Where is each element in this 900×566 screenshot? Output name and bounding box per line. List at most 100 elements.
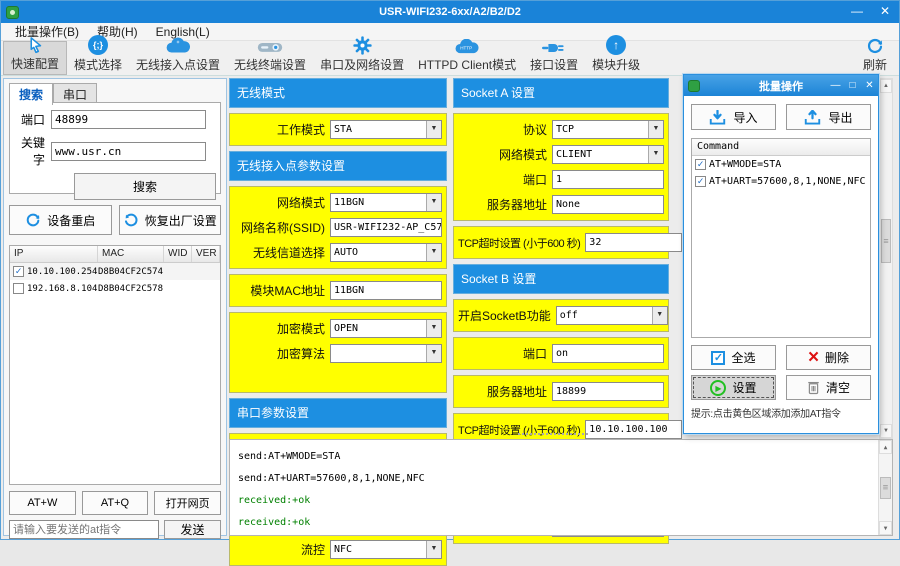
ap-params-box[interactable]: 网络模式 11BGN▼ 网络名称(SSID) USR-WIFI232-AP_C5… (229, 186, 447, 269)
ap-settings-button[interactable]: 无线接入点设置 (129, 41, 227, 75)
export-button[interactable]: 导出 (786, 104, 871, 130)
window-title: USR-WIFI232-6xx/A2/B2/D2 (1, 6, 899, 18)
serial-network-button[interactable]: 串口及网络设置 (313, 41, 411, 75)
socket-b-enable-select[interactable]: off▼ (556, 306, 668, 325)
scroll-up-icon[interactable]: ▲ (879, 440, 892, 454)
workmode-box[interactable]: 工作模式 STA▼ (229, 113, 447, 146)
socket-port-input[interactable]: 1 (552, 170, 664, 189)
chevron-down-icon[interactable]: ▼ (426, 194, 441, 211)
open-webpage-button[interactable]: 打开网页 (154, 491, 221, 515)
delete-button[interactable]: × 删除 (786, 345, 871, 370)
menu-batch-operation[interactable]: 批量操作(B) (7, 22, 87, 41)
batch-minimize-icon[interactable]: — (827, 76, 844, 96)
set-button[interactable]: ▶ 设置 (691, 375, 776, 400)
table-row[interactable]: 192.168.8.104 D8B04CF2C578 (10, 280, 220, 297)
tab-search[interactable]: 搜索 (9, 83, 53, 105)
row-checkbox[interactable] (13, 283, 24, 294)
col-wid: WID (164, 246, 192, 262)
menu-bar: 批量操作(B) 帮助(H) English(L) (1, 23, 899, 41)
left-panel: 搜索 串口 端口 关键字 搜索 设备重启 (3, 78, 227, 536)
tcp-timeout-a-input[interactable]: 32 (585, 233, 682, 252)
search-button[interactable]: 搜索 (74, 173, 216, 200)
socket-netmode-select[interactable]: CLIENT▼ (552, 145, 664, 164)
chevron-down-icon[interactable]: ▼ (426, 541, 441, 558)
log-output[interactable]: send:AT+WMODE=STA send:AT+UART=57600,8,1… (229, 439, 893, 536)
hint-text: 提示:点击黄色区域添加添加AT指令 (691, 405, 871, 420)
send-button[interactable]: 发送 (164, 520, 221, 539)
at-command-input[interactable] (9, 520, 159, 539)
chevron-down-icon[interactable]: ▼ (426, 320, 441, 337)
quick-config-button[interactable]: 快速配置 (3, 41, 67, 75)
chevron-down-icon[interactable]: ▼ (652, 307, 667, 324)
socket-a-box[interactable]: 协议 TCP▼ 网络模式 CLIENT▼ 端口 1 服务器地址 None (453, 113, 669, 221)
refresh-button[interactable]: 刷新 (856, 41, 897, 75)
select-all-button[interactable]: ✓ 全选 (691, 345, 776, 370)
chevron-down-icon[interactable]: ▼ (648, 121, 663, 138)
command-item[interactable]: ✓ AT+WMODE=STA (692, 156, 870, 173)
gear-icon (353, 36, 372, 55)
atw-button[interactable]: AT+W (9, 491, 76, 515)
command-checkbox[interactable]: ✓ (695, 176, 706, 187)
col-ver: VER (192, 246, 220, 262)
scroll-up-icon[interactable]: ▲ (880, 79, 892, 93)
atq-button[interactable]: AT+Q (82, 491, 149, 515)
protocol-select[interactable]: TCP▼ (552, 120, 664, 139)
row-checkbox[interactable]: ✓ (13, 266, 24, 277)
chevron-down-icon[interactable]: ▼ (426, 244, 441, 261)
mode-select-button[interactable]: {;} 模式选择 (67, 41, 129, 75)
encryption-box[interactable]: 加密模式 OPEN▼ 加密算法 ▼ (229, 312, 447, 393)
toolbar-label: 无线终端设置 (234, 56, 306, 73)
device-reboot-button[interactable]: 设备重启 (9, 205, 112, 235)
command-checkbox[interactable]: ✓ (695, 159, 706, 170)
sta-settings-button[interactable]: 无线终端设置 (227, 41, 313, 75)
ssid-input[interactable]: USR-WIFI232-AP_C574 (330, 218, 442, 237)
command-list[interactable]: Command ✓ AT+WMODE=STA ✓ AT+UART=57600,8… (691, 138, 871, 338)
encryption-mode-select[interactable]: OPEN▼ (330, 319, 442, 338)
workmode-select[interactable]: STA▼ (330, 120, 442, 139)
channel-select[interactable]: AUTO▼ (330, 243, 442, 262)
toolbar: 快速配置 {;} 模式选择 无线接入点设置 无线终端设置 串口及网络设置 (1, 41, 899, 75)
batch-close-icon[interactable]: ✕ (861, 76, 878, 96)
command-item[interactable]: ✓ AT+UART=57600,8,1,NONE,NFC (692, 173, 870, 190)
chevron-down-icon[interactable]: ▼ (426, 121, 441, 138)
scrollbar-thumb[interactable] (881, 219, 891, 263)
log-scrollbar[interactable]: ▲ ▼ (878, 440, 892, 535)
clear-button[interactable]: 清空 (786, 375, 871, 400)
import-button[interactable]: 导入 (691, 104, 776, 130)
mac-box[interactable]: 模块MAC地址 11BGN (229, 274, 447, 307)
section-header-socket-a: Socket A 设置 (453, 78, 669, 108)
minimize-icon[interactable]: — (843, 1, 871, 23)
close-icon[interactable]: ✕ (871, 1, 899, 23)
main-scrollbar[interactable]: ▲ ▼ (879, 78, 893, 439)
log-line: received:+ok (238, 512, 884, 534)
scroll-down-icon[interactable]: ▼ (879, 521, 892, 535)
encryption-alg-select[interactable]: ▼ (330, 344, 442, 363)
port-input[interactable] (51, 110, 206, 129)
flow-control-select[interactable]: NFC▼ (330, 540, 442, 559)
httpd-client-button[interactable]: HTTP HTTPD Client模式 (411, 41, 523, 75)
module-upgrade-button[interactable]: ↑ 模块升级 (585, 41, 647, 75)
export-icon (804, 110, 821, 125)
chevron-down-icon[interactable]: ▼ (648, 146, 663, 163)
socket-b-enable-box[interactable]: 开启SocketB功能 off▼ (453, 299, 669, 332)
scrollbar-thumb[interactable] (880, 477, 891, 499)
tcp-timeout-a-box[interactable]: TCP超时设置 (小于600 秒) 32 (453, 226, 669, 259)
batch-maximize-icon[interactable]: □ (844, 76, 861, 96)
netmode-select[interactable]: 11BGN▼ (330, 193, 442, 212)
keyword-input[interactable] (51, 142, 206, 161)
chevron-down-icon[interactable]: ▼ (426, 345, 441, 362)
socket-b-port-box[interactable]: 端口 on (453, 337, 669, 370)
mac-input[interactable]: 11BGN (330, 281, 442, 300)
socket-b-server-box[interactable]: 服务器地址 18899 (453, 375, 669, 408)
table-row[interactable]: ✓ 10.10.100.254 D8B04CF2C574 (10, 263, 220, 280)
server-address-input[interactable]: None (552, 195, 664, 214)
play-icon: ▶ (710, 380, 726, 396)
interface-settings-button[interactable]: 接口设置 (523, 41, 585, 75)
socket-b-port-input[interactable]: on (552, 344, 664, 363)
search-tab-page: 端口 关键字 搜索 (9, 102, 221, 194)
socket-b-server-input[interactable]: 18899 (552, 382, 664, 401)
scroll-down-icon[interactable]: ▼ (880, 424, 892, 438)
toolbar-label: 模块升级 (592, 56, 640, 73)
col-ip: IP (10, 246, 98, 262)
factory-reset-button[interactable]: 恢复出厂设置 (119, 205, 222, 235)
